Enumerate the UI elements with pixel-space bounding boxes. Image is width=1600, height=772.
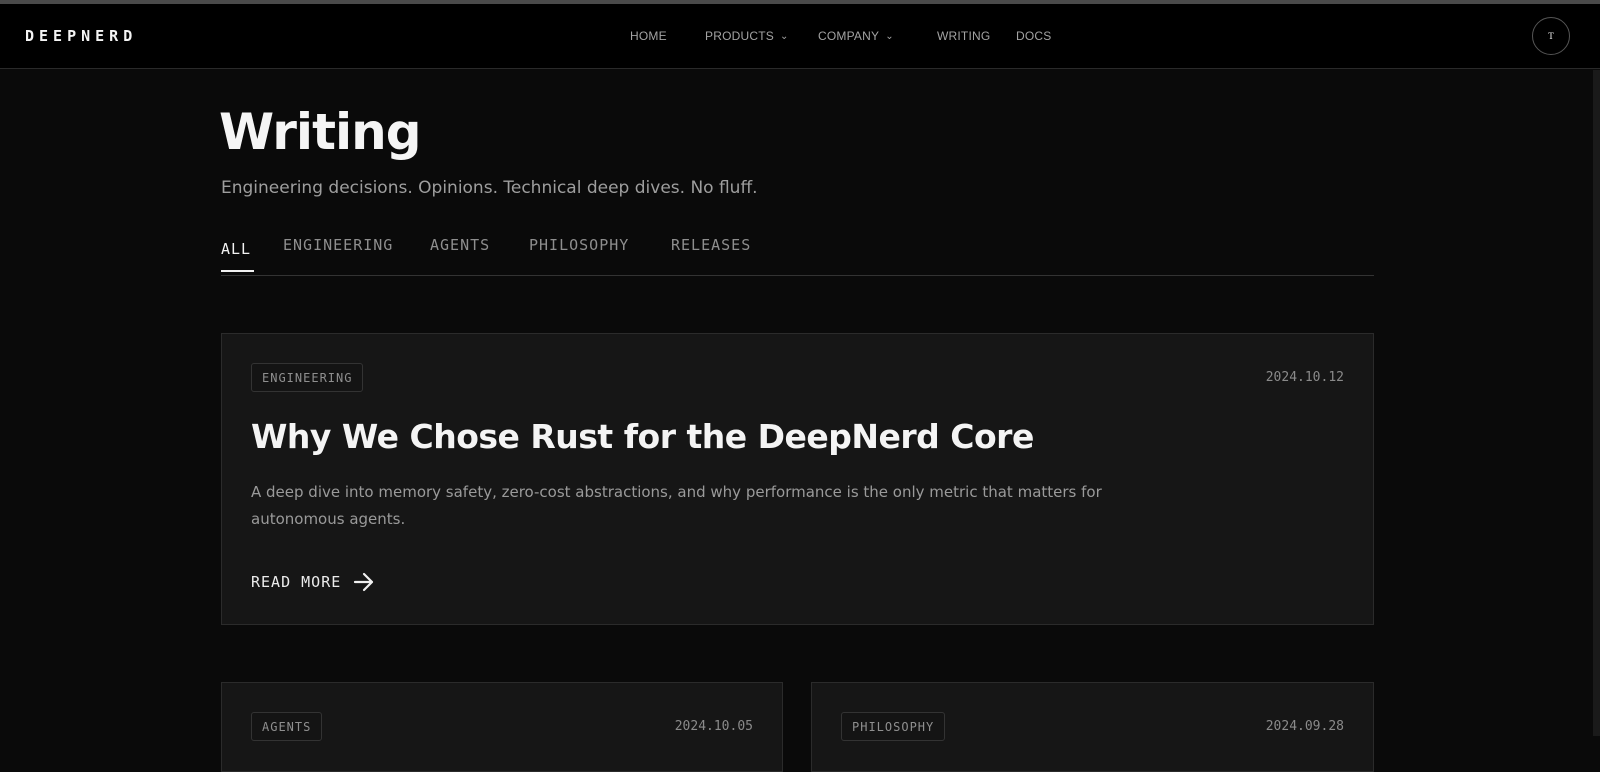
read-more-label: READ MORE — [251, 573, 342, 591]
page-scrollbar[interactable] — [1593, 70, 1600, 736]
site-logo[interactable]: DEEPNERD — [25, 27, 137, 45]
read-more-link[interactable]: READ MORE — [251, 572, 375, 592]
page-title: Writing — [219, 103, 421, 161]
tab-engineering[interactable]: ENGINEERING — [283, 236, 393, 254]
site-header: DEEPNERD HOME PRODUCTS ⌄ COMPANY ⌄ WRITING… — [0, 4, 1600, 69]
active-tab-indicator — [221, 270, 254, 272]
post-category-tag: PHILOSOPHY — [841, 712, 946, 741]
post-card[interactable]: AGENTS 2024.10.05 — [221, 682, 783, 772]
nav-docs[interactable]: DOCS — [1016, 29, 1051, 43]
tab-releases[interactable]: RELEASES — [671, 236, 751, 254]
nav-products-label: PRODUCTS — [705, 29, 774, 43]
tab-philosophy[interactable]: PHILOSOPHY — [529, 236, 629, 254]
chevron-down-icon: ⌄ — [779, 31, 789, 42]
post-category-tag: ENGINEERING — [251, 363, 364, 392]
arrow-right-icon — [354, 572, 374, 592]
nav-products[interactable]: PRODUCTS ⌄ — [705, 29, 789, 43]
post-date: 2024.09.28 — [1265, 719, 1344, 734]
post-card[interactable]: PHILOSOPHY 2024.09.28 — [811, 682, 1374, 772]
post-date: 2024.10.05 — [674, 719, 753, 734]
post-date: 2024.10.12 — [1265, 370, 1344, 385]
tab-all[interactable]: ALL — [221, 240, 251, 258]
tab-agents[interactable]: AGENTS — [430, 236, 490, 254]
category-tabs: ALL ENGINEERING AGENTS PHILOSOPHY RELEAS… — [221, 232, 1374, 276]
page-subtitle: Engineering decisions. Opinions. Technic… — [221, 178, 758, 198]
nav-home[interactable]: HOME — [630, 29, 667, 43]
user-avatar[interactable]: T — [1532, 17, 1570, 55]
post-title[interactable]: Why We Chose Rust for the DeepNerd Core — [251, 417, 1034, 456]
nav-company[interactable]: COMPANY ⌄ — [818, 29, 894, 43]
post-category-tag: AGENTS — [251, 712, 323, 741]
post-excerpt: A deep dive into memory safety, zero-cos… — [251, 483, 1102, 528]
nav-writing[interactable]: WRITING — [937, 29, 990, 43]
nav-company-label: COMPANY — [818, 29, 880, 43]
avatar-initial: T — [1548, 31, 1554, 41]
chevron-down-icon: ⌄ — [885, 31, 894, 42]
featured-post-card[interactable]: ENGINEERING 2024.10.12 Why We Chose Rust… — [221, 333, 1374, 625]
